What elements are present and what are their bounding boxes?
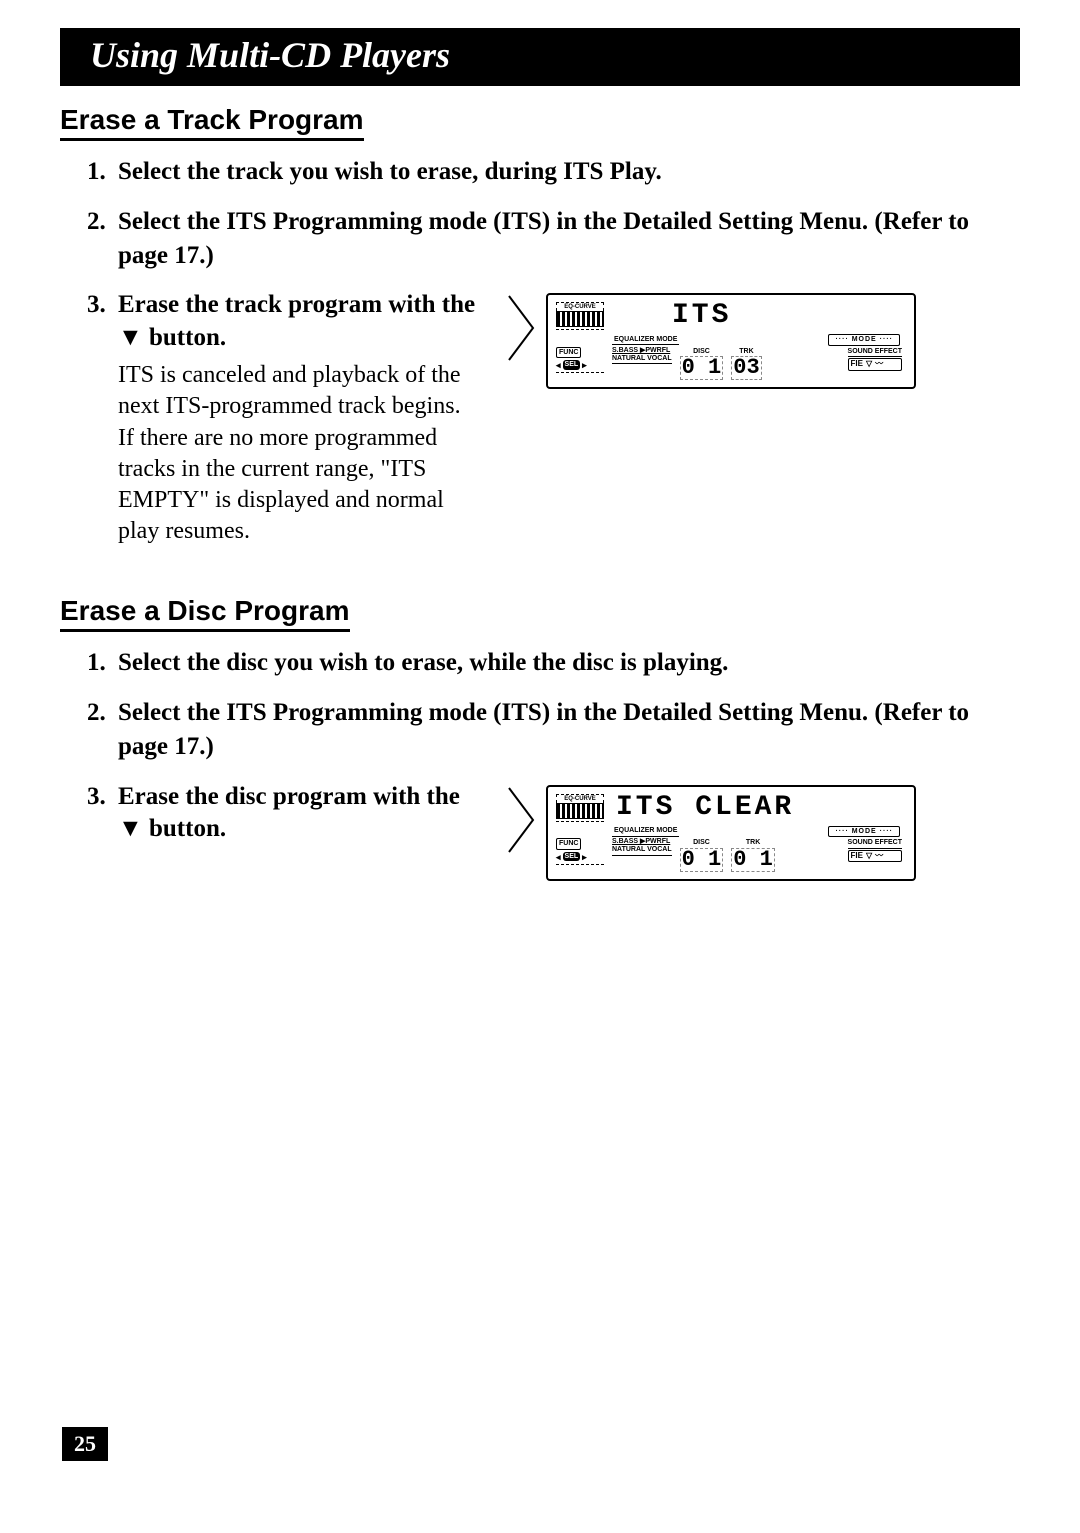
equalizer-mode-label: EQUALIZER MODE xyxy=(612,335,679,345)
section-heading: Erase a Track Program xyxy=(60,104,364,141)
fie-label: FIE xyxy=(851,851,863,862)
disc-display: DISC 0 1 xyxy=(680,838,724,871)
func-block: FUNC ◂SEL▸ xyxy=(556,347,604,374)
step-2: Select the ITS Programming mode (ITS) in… xyxy=(112,205,1020,273)
sound-effect-block: SOUND EFFECT FIE ▽ 〰 xyxy=(848,838,902,862)
func-label: FUNC xyxy=(556,838,581,849)
disc-display: DISC 0 1 xyxy=(680,347,724,380)
sbass-label: S.BASS ▶PWRFL xyxy=(612,838,672,846)
eq-curve-label: EQ-CURVE xyxy=(556,794,604,803)
lcd-panel: EQ-CURVE ITS CLEAR EQUALIZER MODE ···· M… xyxy=(546,785,916,881)
eq-bars-icon xyxy=(556,803,604,819)
sound-effect-label: SOUND EFFECT xyxy=(848,347,902,357)
sound-effect-block: SOUND EFFECT FIE ▽ 〰 xyxy=(848,347,902,371)
steps-list: Select the disc you wish to erase, while… xyxy=(112,646,1020,880)
chevron-right-icon xyxy=(506,785,536,855)
wave-icon: 〰 xyxy=(875,851,883,862)
display-illustration-1: EQ-CURVE ITS EQUALIZER MODE ···· MODE ··… xyxy=(506,293,916,389)
wave-icon: 〰 xyxy=(875,359,883,370)
sound-effect-label: SOUND EFFECT xyxy=(848,838,902,848)
trk-number: 0 1 xyxy=(731,848,775,872)
display-illustration-2: EQ-CURVE ITS CLEAR EQUALIZER MODE ···· M… xyxy=(506,785,916,881)
sel-label: SEL xyxy=(563,852,581,861)
lcd-main-text: ITS CLEAR xyxy=(616,789,794,827)
trk-display: TRK 03 xyxy=(731,347,761,380)
step-2: Select the ITS Programming mode (ITS) in… xyxy=(112,696,1020,764)
steps-list: Select the track you wish to erase, duri… xyxy=(112,155,1020,547)
trk-display: TRK 0 1 xyxy=(731,838,775,871)
sel-label: SEL xyxy=(563,360,581,369)
down-icon: ▽ xyxy=(866,851,872,862)
step-3-title: Erase the track program with the ▼ butto… xyxy=(118,289,478,354)
section-erase-disc: Erase a Disc Program Select the disc you… xyxy=(60,595,1020,880)
disc-number: 0 1 xyxy=(680,356,724,380)
trk-number: 03 xyxy=(731,356,761,380)
func-label: FUNC xyxy=(556,347,581,358)
step-1: Select the track you wish to erase, duri… xyxy=(112,155,1020,189)
section-erase-track: Erase a Track Program Select the track y… xyxy=(60,104,1020,547)
natural-vocal-label: NATURAL VOCAL xyxy=(612,355,672,364)
fie-label: FIE xyxy=(851,359,863,370)
step-3-explanation: ITS is canceled and playback of the next… xyxy=(118,360,478,547)
section-heading: Erase a Disc Program xyxy=(60,595,350,632)
lcd-panel: EQ-CURVE ITS EQUALIZER MODE ···· MODE ··… xyxy=(546,293,916,389)
chevron-right-icon xyxy=(506,293,536,363)
eq-curve-block: EQ-CURVE xyxy=(556,302,604,330)
manual-page: Using Multi-CD Players Erase a Track Pro… xyxy=(0,0,1080,1533)
chapter-title: Using Multi-CD Players xyxy=(60,28,1020,86)
sbass-natural-labels: S.BASS ▶PWRFL NATURAL VOCAL xyxy=(612,838,672,856)
mode-label: ···· MODE ···· xyxy=(828,826,900,837)
disc-number: 0 1 xyxy=(680,848,724,872)
lcd-main-text: ITS xyxy=(672,297,731,335)
down-icon: ▽ xyxy=(866,359,872,370)
func-block: FUNC ◂SEL▸ xyxy=(556,838,604,865)
equalizer-mode-label: EQUALIZER MODE xyxy=(612,826,679,836)
step-3: Erase the disc program with the ▼ button… xyxy=(112,780,1020,881)
natural-vocal-label: NATURAL VOCAL xyxy=(612,846,672,855)
eq-curve-block: EQ-CURVE xyxy=(556,794,604,822)
sbass-natural-labels: S.BASS ▶PWRFL NATURAL VOCAL xyxy=(612,347,672,365)
step-1: Select the disc you wish to erase, while… xyxy=(112,646,1020,680)
step-3-title: Erase the disc program with the ▼ button… xyxy=(118,781,478,846)
eq-curve-label: EQ-CURVE xyxy=(556,302,604,311)
sbass-label: S.BASS ▶PWRFL xyxy=(612,347,672,355)
page-number: 25 xyxy=(62,1427,108,1461)
mode-label: ···· MODE ···· xyxy=(828,334,900,345)
eq-bars-icon xyxy=(556,311,604,327)
step-3: Erase the track program with the ▼ butto… xyxy=(112,288,1020,547)
